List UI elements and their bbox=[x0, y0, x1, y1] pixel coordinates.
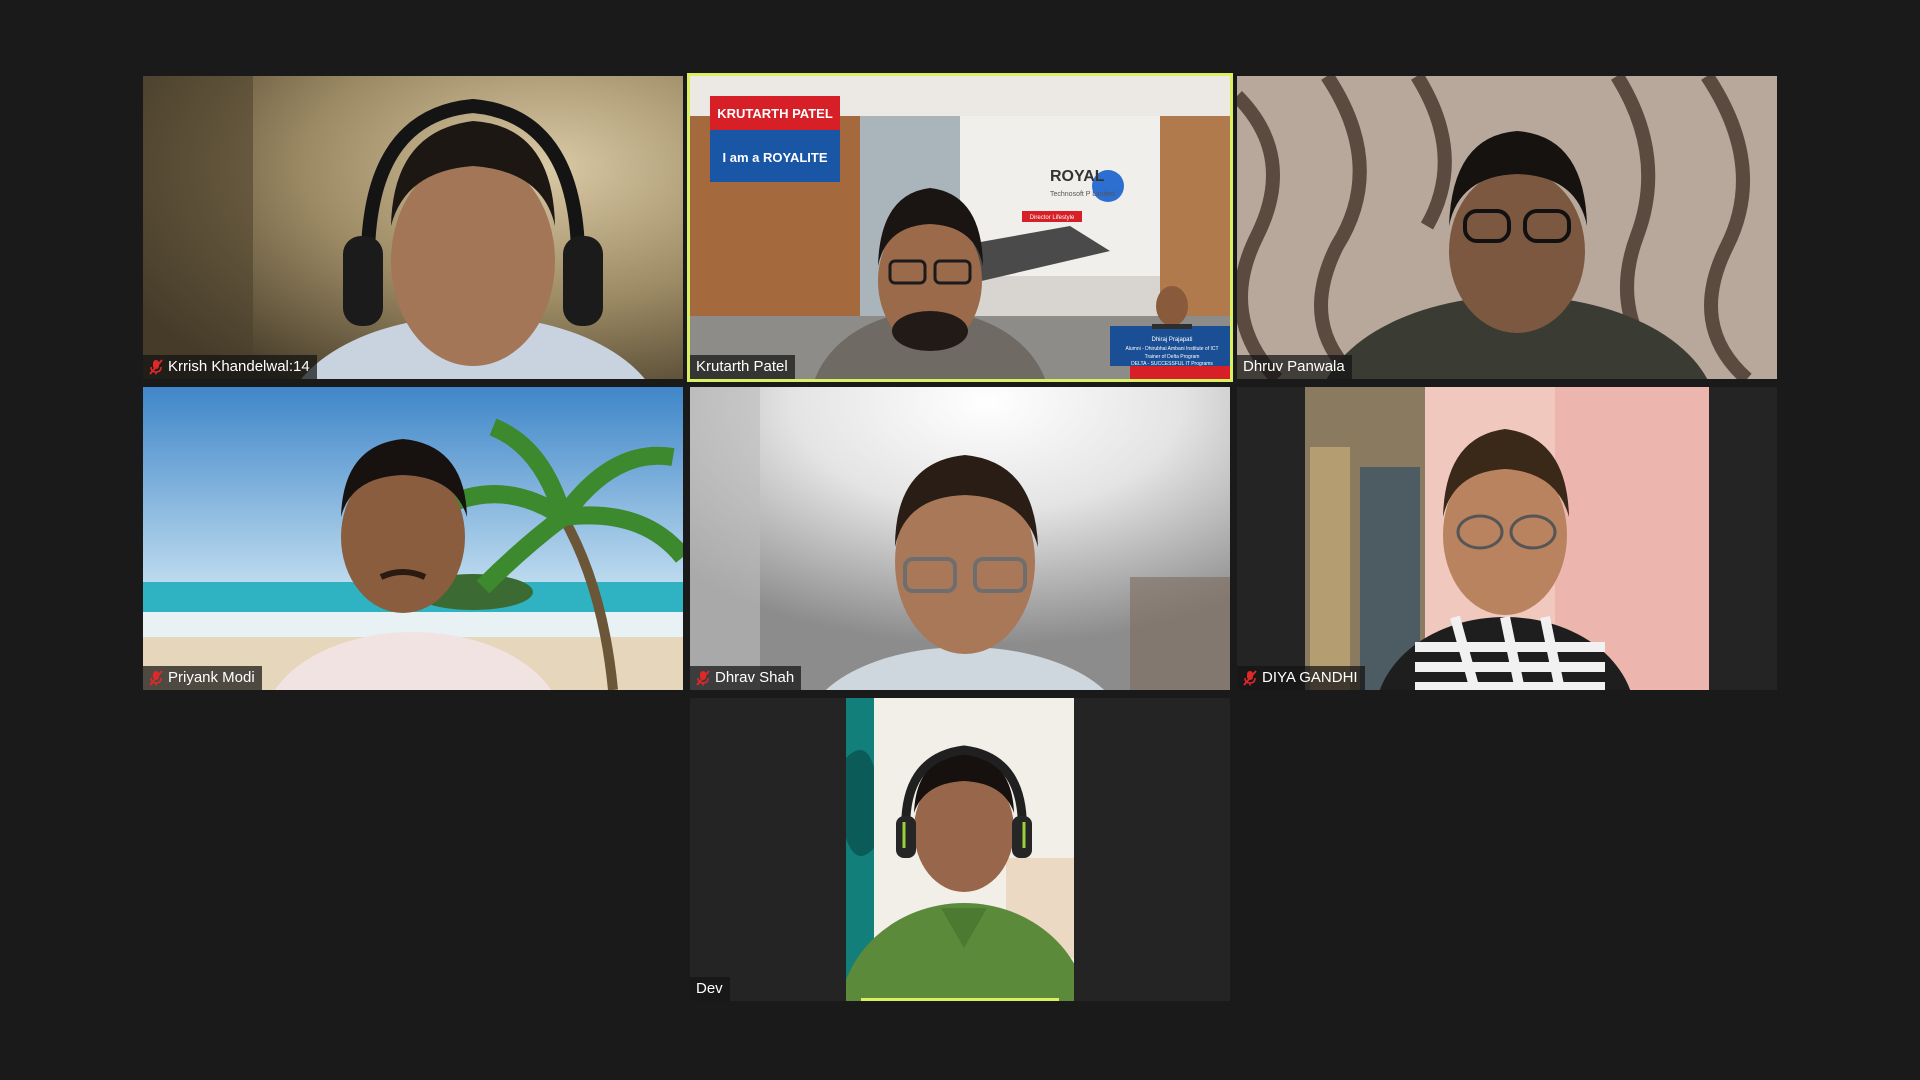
participant-tile-active-speaker[interactable]: KRUTARTH PATEL I am a ROYALITE ROYAL Tec… bbox=[687, 73, 1233, 382]
participant-tile[interactable]: Dev bbox=[690, 698, 1230, 1001]
video-gallery: Krrish Khandelwal:14 KRUTARTH PATEL I am… bbox=[0, 0, 1920, 1080]
svg-text:Alumni - Dhirubhai Ambani Inst: Alumni - Dhirubhai Ambani Institute of I… bbox=[1125, 346, 1218, 352]
participant-video bbox=[846, 698, 1074, 1001]
participant-name: DIYA GANDHI bbox=[1262, 669, 1358, 686]
participant-name-tag: Krutarth Patel bbox=[690, 355, 795, 379]
muted-mic-icon bbox=[696, 670, 710, 686]
audio-level-indicator bbox=[861, 998, 1059, 1001]
participant-video bbox=[143, 387, 683, 690]
participant-name: Krrish Khandelwal:14 bbox=[168, 358, 310, 375]
svg-text:KRUTARTH PATEL: KRUTARTH PATEL bbox=[717, 106, 833, 121]
svg-text:Technosoft P Limited: Technosoft P Limited bbox=[1050, 191, 1115, 198]
participant-name-tag: Dhruv Panwala bbox=[1237, 355, 1352, 379]
participant-name: Krutarth Patel bbox=[696, 358, 788, 375]
participant-name-tag: DIYA GANDHI bbox=[1237, 666, 1365, 690]
participant-tile[interactable]: Dhrav Shah bbox=[690, 387, 1230, 690]
svg-text:Director Lifestyle: Director Lifestyle bbox=[1030, 215, 1075, 221]
participant-video bbox=[1237, 76, 1777, 379]
muted-mic-icon bbox=[1243, 670, 1257, 686]
participant-name: Dhrav Shah bbox=[715, 669, 795, 686]
participant-video bbox=[143, 76, 683, 379]
participant-video bbox=[690, 387, 1230, 690]
svg-text:Trainer of Delta Program: Trainer of Delta Program bbox=[1145, 354, 1200, 360]
participant-video bbox=[1305, 387, 1709, 690]
participant-name-tag: Priyank Modi bbox=[143, 666, 262, 690]
participant-name: Priyank Modi bbox=[168, 669, 255, 686]
participant-tile[interactable]: Priyank Modi bbox=[143, 387, 683, 690]
participant-name: Dhruv Panwala bbox=[1243, 358, 1345, 375]
svg-text:I am a ROYALITE: I am a ROYALITE bbox=[723, 150, 828, 165]
muted-mic-icon bbox=[149, 670, 163, 686]
svg-text:ROYAL: ROYAL bbox=[1050, 168, 1105, 185]
participant-name-tag: Krrish Khandelwal:14 bbox=[143, 355, 317, 379]
participant-tile[interactable]: Krrish Khandelwal:14 bbox=[143, 76, 683, 379]
muted-mic-icon bbox=[149, 359, 163, 375]
participant-name: Dev bbox=[696, 980, 723, 997]
participant-name-tag: Dev bbox=[690, 977, 730, 1001]
participant-tile[interactable]: Dhruv Panwala bbox=[1237, 76, 1777, 379]
participant-tile[interactable]: DIYA GANDHI bbox=[1237, 387, 1777, 690]
participant-video: KRUTARTH PATEL I am a ROYALITE ROYAL Tec… bbox=[690, 76, 1230, 379]
participant-name-tag: Dhrav Shah bbox=[690, 666, 802, 690]
svg-text:Dhiraj Prajapati: Dhiraj Prajapati bbox=[1151, 337, 1192, 343]
